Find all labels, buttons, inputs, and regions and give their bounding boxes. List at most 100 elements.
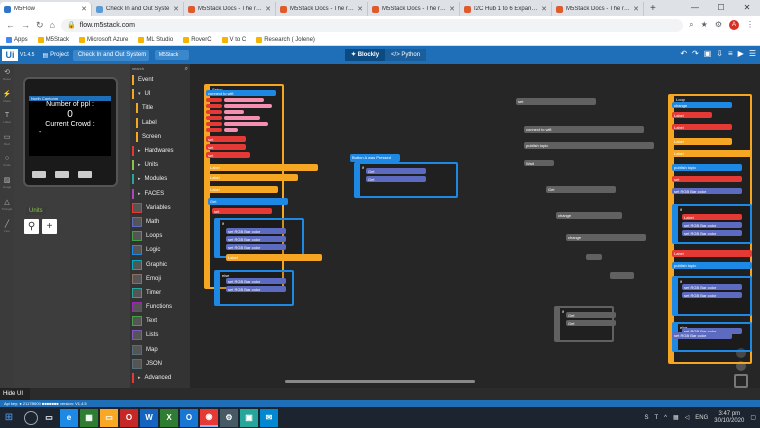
clock[interactable]: 3:47 pm 30/10/2020	[714, 411, 744, 425]
bookmark-item[interactable]: Apps	[6, 36, 28, 43]
code-block[interactable]: set RGB Bar color	[682, 284, 742, 290]
category-text[interactable]: Text	[130, 314, 190, 328]
skype-icon[interactable]: S	[644, 415, 648, 421]
category-hardwares[interactable]: ▸ Hardwares	[130, 144, 190, 158]
label-crowd-value[interactable]: -	[29, 129, 111, 137]
undo-icon[interactable]: ↶	[680, 49, 687, 58]
code-block[interactable]: Label	[672, 250, 752, 257]
bookmark-item[interactable]: V to C	[221, 36, 246, 43]
python-mode-button[interactable]: </> Python	[385, 49, 427, 61]
category-lists[interactable]: Lists	[130, 328, 190, 342]
code-block[interactable]: set	[206, 136, 246, 142]
category-variables[interactable]: Variables	[130, 201, 190, 215]
minimize-button[interactable]: —	[682, 0, 708, 16]
code-block[interactable]	[586, 254, 602, 260]
bookmark-item[interactable]: Microsoft Azure	[79, 36, 128, 43]
code-block[interactable]	[206, 116, 222, 120]
trash-icon[interactable]	[734, 374, 748, 388]
url-field[interactable]: 🔒 flow.m5stack.com	[60, 18, 684, 32]
tray-arrow-icon[interactable]: ^	[664, 415, 667, 421]
code-block[interactable]: connect to wifi	[206, 90, 276, 96]
code-block[interactable]: Get	[566, 312, 616, 318]
code-block[interactable]: Label	[208, 174, 298, 181]
outlook-icon[interactable]: O	[180, 408, 198, 427]
category-modules[interactable]: ▸ Modules	[130, 172, 190, 186]
code-block[interactable]: set	[212, 208, 272, 214]
code-block[interactable]	[206, 104, 222, 108]
star-icon[interactable]: ★	[701, 20, 708, 30]
close-tab-icon[interactable]: ✕	[633, 5, 639, 13]
code-block[interactable]	[224, 122, 268, 126]
workspace-scrollbar[interactable]	[285, 380, 475, 383]
code-block[interactable]: Get	[366, 176, 426, 182]
code-block[interactable]: Label	[226, 254, 322, 261]
code-block[interactable]: set RGB Bar color	[226, 236, 286, 242]
close-tab-icon[interactable]: ✕	[449, 5, 455, 13]
label-count[interactable]: 0	[29, 109, 111, 121]
add-unit-icon[interactable]: +	[42, 219, 57, 234]
close-tab-icon[interactable]: ✕	[357, 5, 363, 13]
device-button-c[interactable]	[78, 171, 92, 178]
more-icon[interactable]: ☰	[749, 49, 756, 58]
reload-icon[interactable]: ↻	[36, 20, 44, 31]
code-block[interactable]: publish topic	[672, 164, 742, 171]
code-block[interactable]: Get	[546, 186, 616, 193]
category-title[interactable]: Title	[130, 101, 190, 115]
category-ui[interactable]: ▾ UI	[130, 87, 190, 101]
store-icon[interactable]: ▦	[80, 408, 98, 427]
windows-start-icon[interactable]: ⊞	[0, 412, 18, 423]
blockly-workspace[interactable]: Setupconnect to wifisetsetsetLabelLabelL…	[190, 64, 760, 388]
unit-hub-icon[interactable]: ⚲	[24, 219, 39, 234]
code-block[interactable]: set RGB Bar color	[226, 244, 286, 250]
project-name-field[interactable]: Check In and Out System	[72, 49, 149, 61]
profile-avatar[interactable]: A	[729, 20, 739, 30]
code-block[interactable]: Button A was Pressed	[350, 154, 400, 162]
category-map[interactable]: Map	[130, 343, 190, 357]
rail-tool[interactable]: △ Triangle	[2, 198, 13, 212]
category-math[interactable]: Math	[130, 215, 190, 229]
rail-tool[interactable]: ○ Circle	[3, 155, 11, 168]
category-emoji[interactable]: Emoji	[130, 272, 190, 286]
browser-tab[interactable]: M5Stack Docs - The refe ✕	[184, 2, 276, 16]
code-block[interactable]: set RGB Bar color	[682, 292, 742, 298]
volume-icon[interactable]: ◁	[685, 414, 690, 421]
rail-tool[interactable]: T Label	[3, 112, 10, 125]
toolbox-search[interactable]: search ⌕	[130, 64, 190, 73]
category-functions[interactable]: Functions	[130, 300, 190, 314]
code-block[interactable]: change	[556, 212, 622, 219]
settings-icon[interactable]: ⚙	[220, 408, 238, 427]
notification-icon[interactable]: ▢	[750, 414, 756, 421]
category-screen[interactable]: Screen	[130, 130, 190, 144]
task-view-icon[interactable]: ▭	[40, 409, 58, 427]
code-block[interactable]: Get	[366, 168, 426, 174]
code-block[interactable]	[206, 128, 222, 132]
download-icon[interactable]: ⇩	[716, 49, 723, 58]
code-block[interactable]: set RGB Bar color	[226, 228, 286, 234]
bookmark-item[interactable]: Research ( Jolene)	[256, 36, 315, 43]
menu-icon[interactable]: ⋮	[746, 20, 754, 30]
save-icon[interactable]: ▣	[704, 49, 712, 58]
device-button-a[interactable]	[32, 171, 46, 178]
category-graphic[interactable]: Graphic	[130, 257, 190, 271]
close-tab-icon[interactable]: ✕	[541, 5, 547, 13]
office-icon[interactable]: O	[120, 408, 138, 427]
category-timer[interactable]: Timer	[130, 286, 190, 300]
browser-tab[interactable]: M5Flow ✕	[0, 2, 92, 16]
code-block[interactable]	[224, 98, 264, 102]
code-block[interactable]: Label	[208, 164, 318, 171]
new-tab-button[interactable]: +	[644, 2, 662, 16]
code-block[interactable]: publish topic	[524, 142, 654, 149]
photos-icon[interactable]: ▣	[240, 408, 258, 427]
browser-tab[interactable]: M5Stack Docs - The refe ✕	[552, 2, 644, 16]
rail-tool[interactable]: ▨ Image	[3, 176, 11, 190]
device-button-b[interactable]	[55, 171, 69, 178]
code-block[interactable]: Label	[208, 186, 278, 193]
code-block[interactable]: change	[566, 234, 646, 241]
edge-icon[interactable]: e	[60, 408, 78, 427]
taskbar-search-icon[interactable]	[24, 410, 38, 425]
file-explorer-icon[interactable]: ▭	[100, 408, 118, 427]
category-advanced[interactable]: ▸ Advanced	[130, 371, 190, 385]
code-block[interactable]: Label	[672, 150, 752, 157]
run-icon[interactable]: ▶	[738, 49, 744, 58]
redo-icon[interactable]: ↷	[692, 49, 699, 58]
